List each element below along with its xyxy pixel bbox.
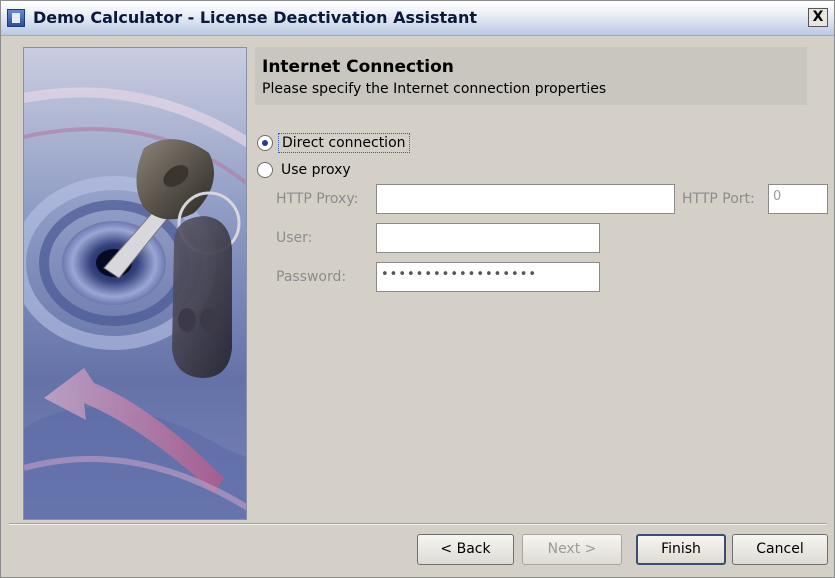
wizard-window: Demo Calculator - License Deactivation A… <box>0 0 835 578</box>
app-icon <box>7 9 25 27</box>
next-button[interactable]: Next > <box>522 534 622 565</box>
back-button[interactable]: < Back <box>417 534 514 565</box>
radio-unchecked-icon[interactable] <box>257 162 273 178</box>
user-input[interactable] <box>376 223 600 253</box>
key-lock-illustration <box>23 47 247 520</box>
http-port-label: HTTP Port: <box>682 191 755 207</box>
http-port-input[interactable]: 0 <box>768 184 828 214</box>
cancel-button[interactable]: Cancel <box>732 534 828 565</box>
use-proxy-label[interactable]: Use proxy <box>278 161 354 179</box>
http-proxy-input[interactable] <box>376 184 675 214</box>
radio-checked-icon[interactable] <box>257 135 273 151</box>
window-title: Demo Calculator - License Deactivation A… <box>33 8 477 27</box>
key-illustration-icon <box>24 48 246 519</box>
password-input[interactable]: •••••••••••••••••• <box>376 262 600 292</box>
password-label: Password: <box>276 269 347 285</box>
direct-connection-label[interactable]: Direct connection <box>278 133 410 153</box>
page-subtitle: Please specify the Internet connection p… <box>262 81 607 97</box>
use-proxy-radio[interactable]: Use proxy <box>257 161 354 179</box>
page-header: Internet Connection Please specify the I… <box>255 47 807 105</box>
direct-connection-radio[interactable]: Direct connection <box>257 133 410 153</box>
close-button[interactable]: X <box>808 8 828 27</box>
finish-button[interactable]: Finish <box>636 534 726 565</box>
user-label: User: <box>276 230 313 246</box>
title-bar[interactable]: Demo Calculator - License Deactivation A… <box>1 1 834 36</box>
footer-separator <box>9 523 827 525</box>
http-proxy-label: HTTP Proxy: <box>276 191 359 207</box>
page-title: Internet Connection <box>262 57 454 77</box>
